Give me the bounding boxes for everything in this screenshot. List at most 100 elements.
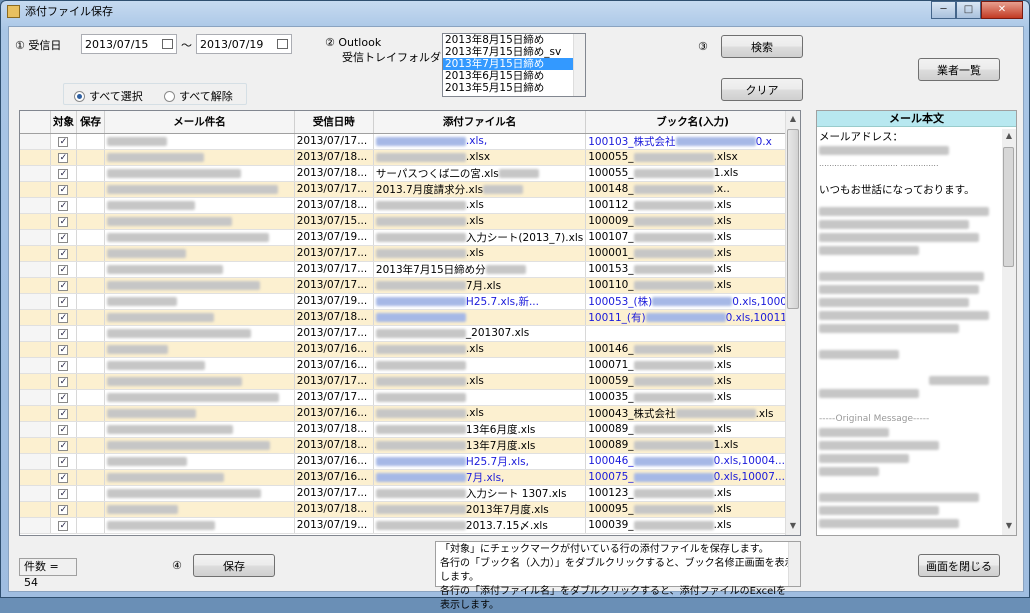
received-cell[interactable]: 2013/07/16... xyxy=(294,357,374,374)
checkbox-checked-icon[interactable]: ✓ xyxy=(58,457,69,467)
attachment-cell[interactable] xyxy=(373,309,587,326)
target-cell[interactable]: ✓ xyxy=(50,133,77,150)
table-row[interactable]: ✓ 2013/07/16... 100071_ .xls xyxy=(20,357,800,374)
calendar-dropdown-icon[interactable] xyxy=(162,39,173,49)
deselect-all-radio[interactable]: すべて解除 xyxy=(164,88,233,104)
row-header-cell[interactable] xyxy=(20,277,52,294)
table-row[interactable]: ✓ 2013/07/17... 2013.7月度請求分.xls 100148_ .x.. xyxy=(20,181,800,198)
col-subject-header[interactable]: メール件名 xyxy=(104,111,295,134)
mail-scrollbar[interactable]: ▲ ▼ xyxy=(1002,129,1016,535)
checkbox-checked-icon[interactable]: ✓ xyxy=(58,409,69,419)
subject-cell[interactable] xyxy=(104,277,295,294)
book-cell[interactable]: 100071_ .xls xyxy=(585,357,800,374)
received-cell[interactable]: 2013/07/17... xyxy=(294,277,374,294)
close-window-button[interactable]: ✕ xyxy=(981,1,1023,19)
attachment-cell[interactable]: H25.7.xls,新... xyxy=(373,293,587,310)
book-cell[interactable]: 100035_ .xls xyxy=(585,389,800,406)
attachment-cell[interactable]: .xls xyxy=(373,245,587,262)
subject-cell[interactable] xyxy=(104,325,295,342)
table-row[interactable]: ✓ 2013/07/16... H25.7月.xls, 100046_ 0.xls,10… xyxy=(20,453,800,470)
table-row[interactable]: ✓ 2013/07/17... _201307.xls xyxy=(20,325,800,342)
target-cell[interactable]: ✓ xyxy=(50,357,77,374)
target-cell[interactable]: ✓ xyxy=(50,405,77,422)
book-cell[interactable]: 100046_ 0.xls,10004... xyxy=(585,453,800,470)
col-attachment-header[interactable]: 添付ファイル名 xyxy=(373,111,587,134)
book-cell[interactable]: 100055_ .xlsx xyxy=(585,149,800,166)
checkbox-checked-icon[interactable]: ✓ xyxy=(58,265,69,275)
scroll-down-icon[interactable]: ▼ xyxy=(1004,521,1014,531)
row-header-cell[interactable] xyxy=(20,149,52,166)
received-cell[interactable]: 2013/07/19... xyxy=(294,517,374,534)
subject-cell[interactable] xyxy=(104,469,295,486)
checkbox-checked-icon[interactable]: ✓ xyxy=(58,377,69,387)
table-row[interactable]: ✓ 2013/07/16... .xls 100043_株式会社 .xls xyxy=(20,405,800,422)
checkbox-checked-icon[interactable]: ✓ xyxy=(58,153,69,163)
target-cell[interactable]: ✓ xyxy=(50,437,77,454)
table-row[interactable]: ✓ 2013/07/19... 入力シート(2013_7).xls 100107_ .x… xyxy=(20,229,800,246)
target-cell[interactable]: ✓ xyxy=(50,421,77,438)
checkbox-checked-icon[interactable]: ✓ xyxy=(58,169,69,179)
col-saved-header[interactable]: 保存 xyxy=(76,111,106,134)
row-header-cell[interactable] xyxy=(20,373,52,390)
target-cell[interactable]: ✓ xyxy=(50,373,77,390)
row-header-cell[interactable] xyxy=(20,261,52,278)
table-row[interactable]: ✓ 2013/07/17... .xls 100059_ .xls xyxy=(20,373,800,390)
calendar-dropdown-icon[interactable] xyxy=(277,39,288,49)
attachment-cell[interactable]: 13年7月度.xls xyxy=(373,437,587,454)
row-header-cell[interactable] xyxy=(20,309,52,326)
attachment-cell[interactable]: .xls xyxy=(373,213,587,230)
minimize-button[interactable]: ─ xyxy=(931,1,956,19)
grid-scrollbar[interactable]: ▲ ▼ xyxy=(785,111,800,535)
row-header-cell[interactable] xyxy=(20,485,52,502)
received-cell[interactable]: 2013/07/18... xyxy=(294,197,374,214)
target-cell[interactable]: ✓ xyxy=(50,213,77,230)
subject-cell[interactable] xyxy=(104,213,295,230)
close-screen-button[interactable]: 画面を閉じる xyxy=(918,554,1000,577)
folder-listbox[interactable]: 2013年8月15日締め 2013年7月15日締め_sv 2013年7月15日締… xyxy=(442,33,586,97)
checkbox-checked-icon[interactable]: ✓ xyxy=(58,505,69,515)
subject-cell[interactable] xyxy=(104,309,295,326)
attachment-cell[interactable]: 2013年7月15日締め分 xyxy=(373,261,587,278)
row-header-cell[interactable] xyxy=(20,341,52,358)
checkbox-checked-icon[interactable]: ✓ xyxy=(58,393,69,403)
table-row[interactable]: ✓ 2013/07/16... 7月.xls, 100075_ 0.xls,10007.… xyxy=(20,469,800,486)
book-cell[interactable]: 100095_ .xls xyxy=(585,501,800,518)
date-from-picker[interactable]: 2013/07/15 xyxy=(81,34,177,54)
received-cell[interactable]: 2013/07/19... xyxy=(294,229,374,246)
help-scrollbar[interactable] xyxy=(788,542,800,586)
checkbox-checked-icon[interactable]: ✓ xyxy=(58,425,69,435)
received-cell[interactable]: 2013/07/18... xyxy=(294,421,374,438)
table-row[interactable]: ✓ 2013/07/18... 2013年7月度.xls 100095_ .xls xyxy=(20,501,800,518)
book-cell[interactable]: 100055_ 1.xls xyxy=(585,165,800,182)
received-cell[interactable]: 2013/07/18... xyxy=(294,501,374,518)
row-header-cell[interactable] xyxy=(20,421,52,438)
attachment-cell[interactable]: 入力シート(2013_7).xls xyxy=(373,229,587,246)
subject-cell[interactable] xyxy=(104,405,295,422)
target-cell[interactable]: ✓ xyxy=(50,197,77,214)
scroll-down-icon[interactable]: ▼ xyxy=(788,521,798,531)
row-header-cell[interactable] xyxy=(20,389,52,406)
target-cell[interactable]: ✓ xyxy=(50,149,77,166)
table-row[interactable]: ✓ 2013/07/17... .xls 100001_ .xls xyxy=(20,245,800,262)
book-cell[interactable]: 100009_ .xls xyxy=(585,213,800,230)
folder-item[interactable]: 2013年5月15日締め xyxy=(443,82,585,94)
row-header-cell[interactable] xyxy=(20,405,52,422)
row-header-cell[interactable] xyxy=(20,165,52,182)
book-cell[interactable]: 100103_株式会社 0.x xyxy=(585,133,800,150)
row-header-cell[interactable] xyxy=(20,453,52,470)
table-row[interactable]: ✓ 2013/07/19... H25.7.xls,新... 100053_(株) 0.… xyxy=(20,293,800,310)
row-header-cell[interactable] xyxy=(20,517,52,534)
mail-body-text[interactable]: メールアドレス： ............... ...............… xyxy=(819,131,999,530)
subject-cell[interactable] xyxy=(104,165,295,182)
checkbox-checked-icon[interactable]: ✓ xyxy=(58,521,69,531)
book-cell[interactable]: 100089_ .xls xyxy=(585,421,800,438)
row-header-cell[interactable] xyxy=(20,293,52,310)
book-cell[interactable]: 100075_ 0.xls,10007... xyxy=(585,469,800,486)
row-header-cell[interactable] xyxy=(20,245,52,262)
subject-cell[interactable] xyxy=(104,149,295,166)
attachment-cell[interactable]: .xls xyxy=(373,197,587,214)
target-cell[interactable]: ✓ xyxy=(50,341,77,358)
row-header-cell[interactable] xyxy=(20,133,52,150)
row-header-cell[interactable] xyxy=(20,501,52,518)
received-cell[interactable]: 2013/07/15... xyxy=(294,213,374,230)
